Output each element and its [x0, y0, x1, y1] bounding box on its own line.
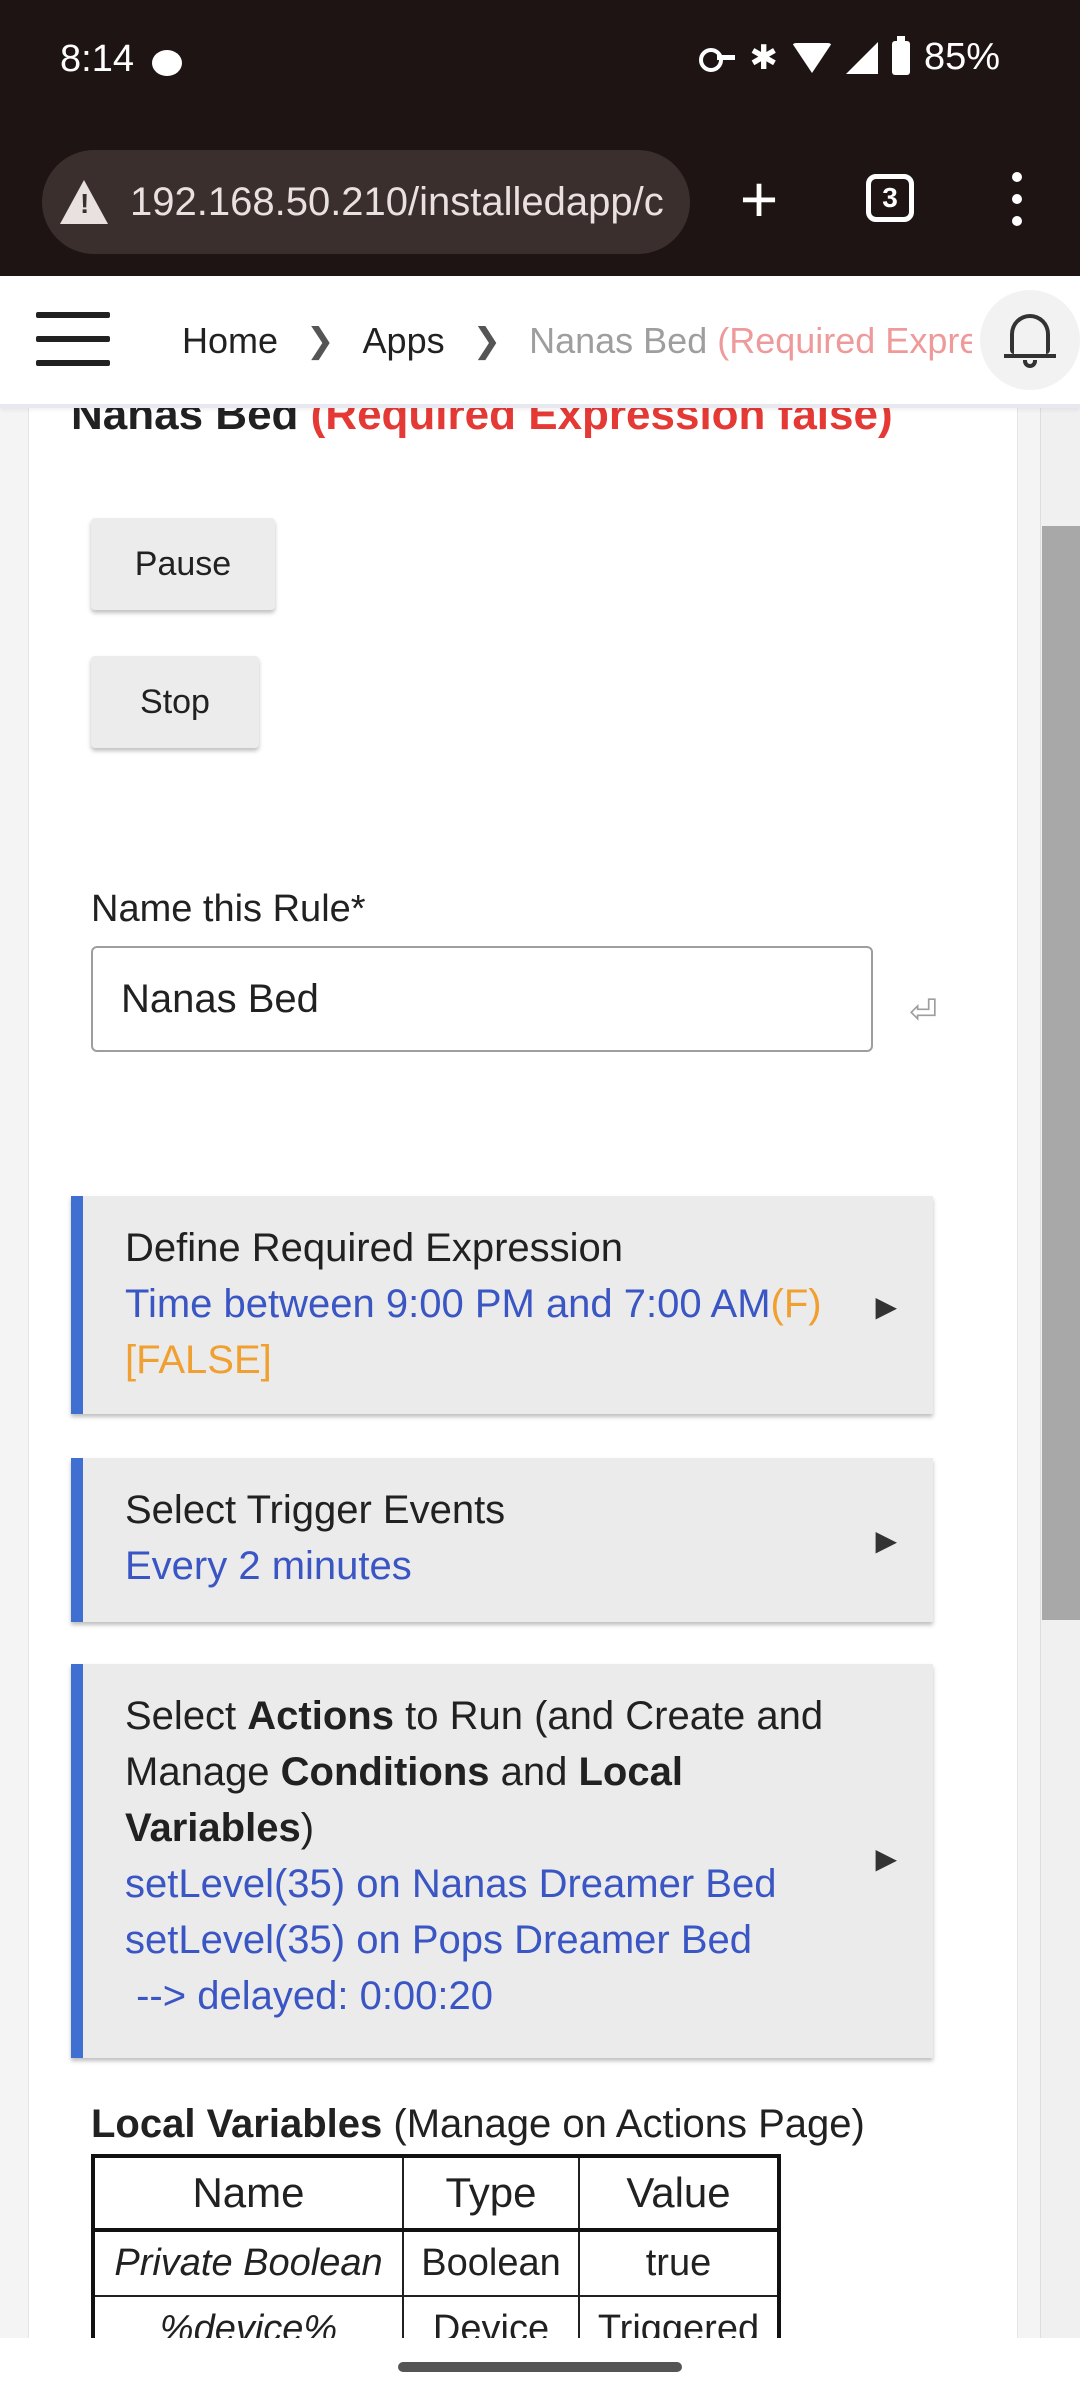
- expand-arrow-icon[interactable]: ▶: [875, 1524, 897, 1557]
- page-title: Nanas Bed (Required Expression false): [71, 408, 893, 440]
- section-title-line-2: Manage Conditions and Local: [125, 1744, 683, 1800]
- cell-value: Triggered: [578, 2295, 781, 2338]
- column-header: Name: [91, 2154, 404, 2232]
- table-header-row: Name Type Value: [91, 2154, 781, 2232]
- system-nav-bar: [0, 2338, 1080, 2400]
- chevron-right-icon: ❯: [306, 322, 335, 360]
- cell-type: Boolean: [402, 2229, 580, 2297]
- section-title: Select Trigger Events: [125, 1488, 506, 1532]
- section-title-line-1: Select Actions to Run (and Create and: [125, 1688, 823, 1744]
- cell-name: %device%: [91, 2295, 404, 2338]
- breadcrumb-current: Nanas Bed: [529, 320, 708, 361]
- local-variables-table: Name Type Value Private Boolean Boolean …: [91, 2154, 781, 2338]
- more-menu-icon[interactable]: [1010, 172, 1024, 234]
- new-tab-plus-icon[interactable]: +: [730, 166, 788, 232]
- table-row: %device% Device Triggered: [91, 2295, 781, 2338]
- title-part: Manage: [125, 1750, 281, 1794]
- expand-arrow-icon[interactable]: ▶: [875, 1290, 897, 1323]
- breadcrumb-apps[interactable]: Apps: [363, 320, 445, 362]
- section-title: Define Required Expression: [125, 1226, 624, 1270]
- expression-result: [FALSE]: [125, 1338, 272, 1382]
- table-row: Private Boolean Boolean true: [91, 2229, 781, 2297]
- trigger-detail: Every 2 minutes: [125, 1544, 412, 1588]
- clock: 8:14: [60, 38, 134, 80]
- battery-icon: [891, 35, 910, 75]
- page-content: Nanas Bed (Required Expression false) Pa…: [0, 408, 1080, 2338]
- hamburger-menu-icon[interactable]: [36, 312, 110, 366]
- rule-title: Nanas Bed: [71, 408, 299, 439]
- required-expression-status: (Required Expression false): [310, 408, 893, 439]
- wifi-icon: [791, 42, 832, 73]
- breadcrumb-home[interactable]: Home: [182, 320, 278, 362]
- select-actions-section[interactable]: Select Actions to Run (and Create and Ma…: [71, 1664, 933, 2058]
- name-rule-label: Name this Rule*: [91, 888, 366, 930]
- cellular-signal-icon: [845, 41, 878, 74]
- cell-name: Private Boolean: [91, 2229, 404, 2297]
- status-icons: ✱ 85%: [699, 35, 1000, 79]
- column-header: Value: [578, 2154, 781, 2232]
- expression-flag: (F): [770, 1282, 822, 1326]
- rule-card: Nanas Bed (Required Expression false) Pa…: [28, 408, 1018, 2338]
- title-bold-local: Local: [578, 1750, 683, 1794]
- pause-button[interactable]: Pause: [91, 518, 275, 610]
- not-secure-warning-icon[interactable]: !: [60, 180, 108, 224]
- gesture-handle[interactable]: [398, 2362, 682, 2372]
- select-trigger-events-section[interactable]: Select Trigger Events Every 2 minutes ▶: [71, 1458, 933, 1622]
- scrollbar-thumb[interactable]: [1042, 526, 1080, 1620]
- status-bar: 8:14 ✱ 85%: [0, 0, 1080, 130]
- notifications-bell-icon[interactable]: [980, 290, 1080, 390]
- cell-value: true: [578, 2229, 781, 2297]
- breadcrumb: Home ❯ Apps ❯ Nanas Bed (Required Expres: [182, 320, 972, 362]
- define-required-expression-section[interactable]: Define Required Expression Time between …: [71, 1196, 933, 1414]
- vpn-key-icon: [699, 47, 736, 72]
- url-text[interactable]: 192.168.50.210/installedapp/c: [130, 180, 664, 225]
- action-line: --> delayed: 0:00:20: [125, 1974, 494, 2018]
- section-title-line-3: Variables): [125, 1800, 314, 1856]
- cell-type: Device: [402, 2295, 580, 2338]
- title-part: Select: [125, 1694, 248, 1738]
- rule-name-input[interactable]: Nanas Bed: [91, 946, 873, 1052]
- expand-arrow-icon[interactable]: ▶: [875, 1842, 897, 1875]
- app-header: Home ❯ Apps ❯ Nanas Bed (Required Expres: [0, 276, 1080, 408]
- stop-button[interactable]: Stop: [91, 656, 259, 748]
- column-header: Type: [402, 2154, 580, 2232]
- address-bar[interactable]: ! 192.168.50.210/installedapp/c: [42, 150, 690, 254]
- battery-percent: 85%: [923, 36, 1000, 78]
- tab-switcher-button[interactable]: 3: [866, 174, 914, 222]
- browser-toolbar: ! 192.168.50.210/installedapp/c + 3: [0, 130, 1080, 276]
- breadcrumb-current-status: (Required Expres: [717, 320, 972, 361]
- bluetooth-icon: ✱: [749, 38, 778, 77]
- title-part: ): [300, 1806, 315, 1850]
- title-bold-actions: Actions: [247, 1694, 394, 1738]
- title-bold-conditions: Conditions: [280, 1750, 490, 1794]
- chat-notification-icon: [152, 50, 182, 76]
- expression-detail: Time between 9:00 PM and 7:00 AM: [125, 1282, 771, 1326]
- local-variables-title: Local Variables: [91, 2102, 383, 2146]
- title-part: and: [489, 1750, 579, 1794]
- local-variables-heading: Local Variables (Manage on Actions Page): [91, 2102, 865, 2147]
- chevron-right-icon: ❯: [472, 322, 502, 360]
- section-detail: Time between 9:00 PM and 7:00 AM(F): [125, 1276, 822, 1332]
- enter-return-icon[interactable]: ⏎: [909, 992, 938, 1032]
- action-line: setLevel(35) on Pops Dreamer Bed: [125, 1918, 752, 1962]
- action-line: setLevel(35) on Nanas Dreamer Bed: [125, 1862, 777, 1906]
- title-part: to Run (and Create and: [393, 1694, 824, 1738]
- title-bold-variables: Variables: [125, 1806, 301, 1850]
- local-variables-note: (Manage on Actions Page): [382, 2102, 865, 2146]
